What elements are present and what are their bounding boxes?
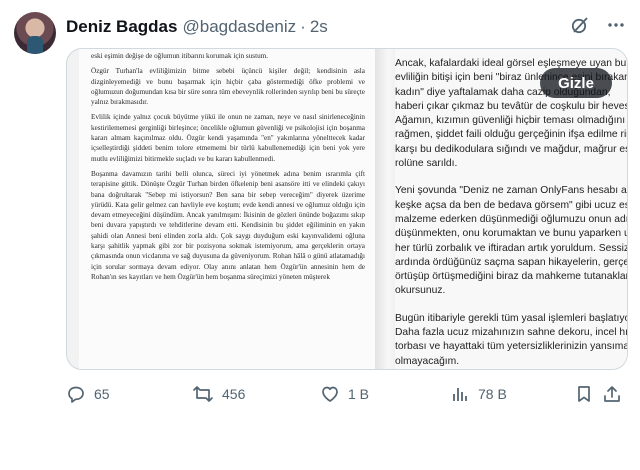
heart-icon — [320, 384, 340, 404]
text-line: Yeni şovunda "Deniz ne zaman OnlyFans he… — [395, 185, 627, 197]
avatar[interactable] — [14, 12, 56, 54]
text-line: Daha fazla ucuz mizahınızın sahne dekoru… — [395, 327, 628, 339]
reply-count: 65 — [94, 386, 110, 402]
left-paragraph: Evlilik içinde yalnız çocuk büyütme yükü… — [91, 113, 365, 163]
author-name[interactable]: Deniz Bagdas — [66, 17, 177, 37]
post-time[interactable]: 2s — [310, 17, 328, 37]
analytics-icon — [450, 384, 470, 404]
document-left-page: eski eşimin değişe de oğlumun itibarını … — [79, 49, 377, 369]
bookmark-icon — [574, 384, 594, 404]
text-line: okursunuz. — [395, 285, 446, 297]
right-paragraph: Bugün itibariyle gerekli tüm yasal işlem… — [395, 312, 628, 369]
views-button[interactable]: 78 B — [450, 380, 507, 408]
page-gutter — [375, 49, 397, 369]
repost-button[interactable]: 456 — [192, 380, 245, 408]
bookmark-button[interactable] — [574, 380, 594, 408]
separator-dot: · — [300, 17, 306, 36]
right-paragraph: Yeni şovunda "Deniz ne zaman OnlyFans he… — [395, 184, 628, 298]
text-line: haberi çıkar çıkmaz bu tevâtür de coşkul… — [395, 100, 627, 112]
text-line: karşı bu dedikodulara sığındı ve mağdur,… — [395, 143, 627, 155]
left-paragraph: Özgür Turhan'la evliliğimizin bitme sebe… — [91, 67, 365, 107]
header-icons — [570, 15, 626, 35]
left-paragraph: Boşanma davamızın tarihi belli olunca, s… — [91, 169, 365, 281]
share-icon — [602, 384, 622, 404]
text-line: rolüne sarıldı. — [395, 158, 458, 170]
share-button[interactable] — [602, 380, 622, 408]
repost-icon — [192, 384, 214, 404]
text-line: Bugün itibariyle gerekli tüm yasal işlem… — [395, 312, 628, 324]
text-line: örtüşüp örtüşmediğini biraz da mahkeme t… — [395, 271, 627, 283]
like-button[interactable]: 1 B — [320, 380, 369, 408]
attached-image[interactable]: eski eşimin değişe de oğlumun itibarını … — [66, 48, 628, 370]
text-line: keşke açsa da ben de bedava görsem" gibi… — [395, 199, 627, 211]
text-line: düşünmekten, onu korumaktan ve bunu yapa… — [395, 228, 627, 240]
repost-count: 456 — [222, 386, 246, 402]
reply-button[interactable]: 65 — [66, 380, 110, 408]
text-line: olmayacağım. — [395, 355, 460, 367]
text-line: her türlü zorbalık ve iftiradan artık yo… — [395, 242, 628, 254]
author-handle[interactable]: @bagdasdeniz — [182, 17, 296, 37]
grok-icon[interactable] — [570, 15, 590, 35]
text-line: rağmen, şiddet faili olduğu gerçeğinin i… — [395, 129, 628, 141]
action-bar: 65 456 1 B 78 B — [66, 380, 620, 408]
more-icon[interactable] — [606, 15, 626, 35]
hide-button[interactable]: Gizle — [540, 68, 612, 98]
text-line: torbası ve hayattaki tüm yetersizlikleri… — [395, 341, 628, 353]
text-line: ardında ördüğünüz saçma sapan hikayeleri… — [395, 256, 628, 268]
tweet-header: Deniz Bagdas @bagdasdeniz · 2s — [66, 16, 626, 38]
text-line: malzeme ederken düşünmediği oğlumuzu onu… — [395, 213, 628, 225]
like-count: 1 B — [348, 386, 370, 402]
left-paragraph: eski eşimin değişe de oğlumun itibarını … — [91, 52, 269, 60]
views-count: 78 B — [478, 386, 507, 402]
reply-icon — [66, 384, 86, 404]
text-line: Ağamın, kızımın güvenliği hiçbir teması … — [395, 115, 627, 127]
